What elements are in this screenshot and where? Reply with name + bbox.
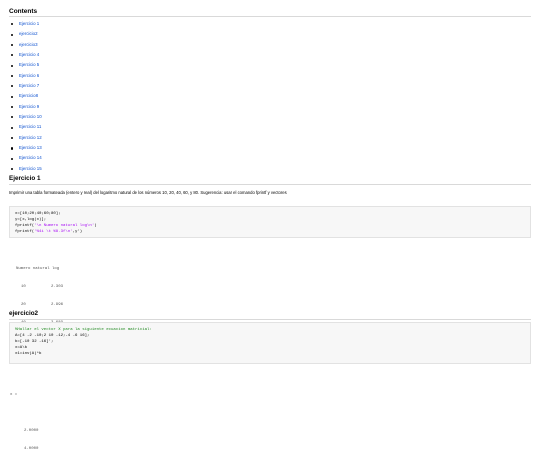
toc-item: Ejercicio 9 xyxy=(10,102,42,112)
contents-heading: Contents xyxy=(9,8,38,15)
code-token: fprintf( xyxy=(15,224,35,228)
toc-item: Ejercicio 6 xyxy=(10,71,42,81)
toc-item: Ejercicio 11 xyxy=(10,122,42,132)
toc-link[interactable]: Ejercicio 5 xyxy=(19,62,39,67)
toc-link[interactable]: Ejercicio 6 xyxy=(19,73,39,78)
exercise-description: Imprimir una tabla formateada (entero y … xyxy=(9,190,287,195)
table-of-contents: Ejercicio 1 ejercicio2 ejercicio3 Ejerci… xyxy=(10,19,42,174)
section-heading-ejercicio2: ejercicio2 xyxy=(9,310,39,317)
code-line: x1=inv(A)*b xyxy=(15,352,42,356)
code-token: ,y') xyxy=(72,230,83,234)
toc-link[interactable]: Ejercicio 12 xyxy=(19,135,42,140)
contents-divider xyxy=(9,16,531,17)
toc-item: Ejercicio 1 xyxy=(10,19,42,29)
toc-link[interactable]: Ejercicio 10 xyxy=(19,114,42,119)
code-token: ) xyxy=(94,224,97,228)
toc-link[interactable]: Ejercicio8 xyxy=(19,93,38,98)
output-variable: x = xyxy=(10,393,18,397)
code-string: '\n Numero natural log\n' xyxy=(34,224,95,228)
toc-link[interactable]: Ejercicio 7 xyxy=(19,83,39,88)
toc-item: ejercicio3 xyxy=(10,40,42,50)
section-divider xyxy=(9,319,531,320)
output-row: 20 2.996 xyxy=(21,303,64,307)
toc-link[interactable]: Ejercicio 4 xyxy=(19,52,39,57)
toc-link[interactable]: Ejercicio 9 xyxy=(19,104,39,109)
toc-item: Ejercicio 10 xyxy=(10,112,42,122)
output-value: 4.0000 xyxy=(24,447,39,451)
code-line: fprintf('%4i \t %8.3f\n',y') xyxy=(15,229,525,235)
section-divider xyxy=(9,184,531,185)
toc-item: Ejercicio 5 xyxy=(10,60,42,70)
page: Contents Ejercicio 1 ejercicio2 ejercici… xyxy=(0,0,540,451)
toc-item: Ejercicio8 xyxy=(10,91,42,101)
toc-link[interactable]: Ejercicio 15 xyxy=(19,166,42,171)
toc-link[interactable]: Ejercicio 1 xyxy=(19,21,39,26)
toc-item: Ejercicio 12 xyxy=(10,133,42,143)
output-value: 2.0000 xyxy=(24,429,39,433)
code-block-ejercicio2: %Hallar el vector X para la siguiente ec… xyxy=(9,322,531,364)
output-ejercicio2: x = 2.0000 4.0000 xyxy=(10,380,38,464)
toc-link[interactable]: Ejercicio 13 xyxy=(19,145,42,150)
toc-item: Ejercicio 7 xyxy=(10,81,42,91)
toc-link[interactable]: Ejercicio 11 xyxy=(19,124,41,129)
toc-item: Ejercicio 13 xyxy=(10,143,42,153)
code-block-ejercicio-1: x=[10;20;40;60;80]; y=[x,log(x)]; fprintf(… xyxy=(9,206,531,238)
output-blank-line xyxy=(10,410,38,416)
section-heading-ejercicio-1: Ejercicio 1 xyxy=(9,175,41,182)
output-row: 10 2.303 xyxy=(21,285,64,289)
toc-link[interactable]: Ejercicio 14 xyxy=(19,155,42,160)
code-token: fprintf( xyxy=(15,230,35,234)
toc-item: Ejercicio 4 xyxy=(10,50,42,60)
output-header: Numero natural log xyxy=(16,267,60,271)
toc-item: Ejercicio 14 xyxy=(10,153,42,163)
toc-link[interactable]: ejercicio2 xyxy=(19,31,38,36)
toc-link[interactable]: ejercicio3 xyxy=(19,42,38,47)
toc-item: ejercicio2 xyxy=(10,29,42,39)
code-string: '%4i \t %8.3f\n' xyxy=(34,230,73,234)
toc-item: Ejercicio 15 xyxy=(10,164,42,174)
